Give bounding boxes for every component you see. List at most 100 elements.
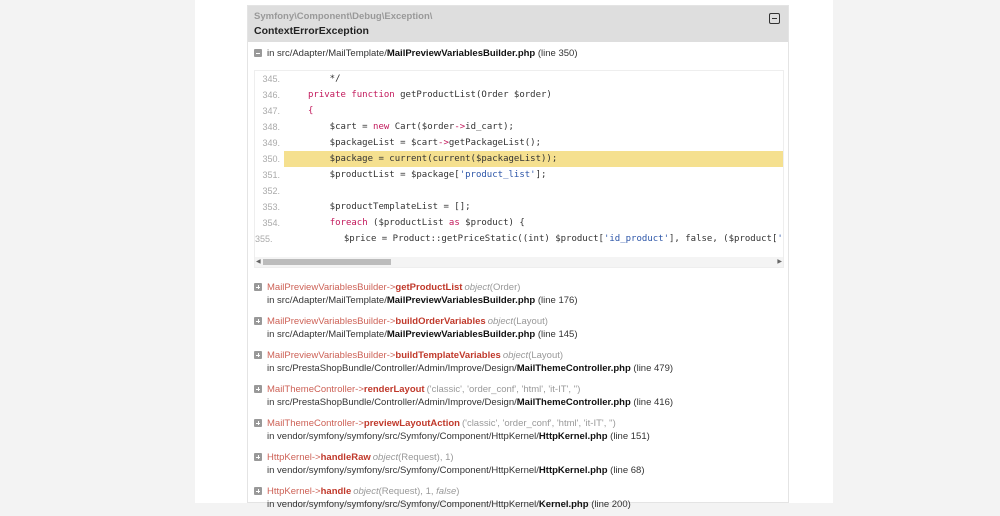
code-line: 345. */ — [255, 71, 783, 87]
trace-line: (line 68) — [610, 465, 645, 476]
code-token: ($productList — [367, 218, 449, 228]
code-text: $productTemplateList = []; — [284, 199, 783, 215]
trace-args: object(Layout) — [503, 350, 563, 361]
line-number: 355. — [255, 234, 273, 244]
code-token: 'id_produ — [777, 234, 783, 244]
trace-arg: (Request), 1) — [398, 451, 454, 463]
trace-file: MailThemeController.php — [516, 397, 631, 408]
code-token: $package = current(current($packageList)… — [308, 154, 558, 164]
line-number: 351. — [262, 170, 280, 180]
code-token: -> — [454, 122, 466, 132]
code-line: 353. $productTemplateList = []; — [255, 199, 783, 215]
expand-icon[interactable] — [254, 351, 262, 359]
scroll-left-icon[interactable]: ◀ — [256, 258, 261, 265]
trace-arrow: -> — [355, 383, 364, 395]
line-number: 348. — [262, 122, 280, 132]
expand-icon[interactable] — [254, 317, 262, 325]
location-path: in src/Adapter/MailTemplate/ — [267, 47, 387, 59]
trace-file: HttpKernel.php — [538, 431, 608, 442]
code-token: $productTemplateList = []; — [308, 202, 471, 212]
trace-file: MailPreviewVariablesBuilder.php — [386, 295, 536, 306]
trace-file: MailThemeController.php — [516, 363, 631, 374]
trace-item: MailThemeController -> renderLayout ('cla… — [248, 380, 788, 414]
trace-arg: object — [464, 281, 490, 293]
code-token: foreach — [329, 218, 368, 228]
trace-path: in src/PrestaShopBundle/Controller/Admin… — [267, 397, 517, 408]
trace-args: object(Layout) — [488, 316, 548, 327]
collapse-icon[interactable] — [769, 13, 780, 24]
code-text: */ — [284, 71, 783, 87]
trace-method: handleRaw — [320, 451, 371, 463]
trace-arg: object — [372, 451, 399, 463]
code-token: $price = Product::getPriceStatic((int) $… — [300, 234, 604, 244]
trace-arg: ('classic', 'order_conf', 'html', 'it-IT… — [461, 417, 616, 429]
code-token: $product) { — [459, 218, 525, 228]
expand-icon[interactable] — [254, 419, 262, 427]
line-number: 353. — [262, 202, 280, 212]
code-token: getProductList(Order $order) — [394, 90, 552, 100]
trace-arg: false — [436, 485, 457, 497]
code-line: 351. $productList = $package['product_li… — [255, 167, 783, 183]
trace-location: in vendor/symfony/symfony/src/Symfony/Co… — [254, 498, 782, 512]
trace-args: object(Request), 1) — [373, 452, 454, 463]
expand-icon[interactable] — [254, 453, 262, 461]
trace-path: in src/PrestaShopBundle/Controller/Admin… — [267, 363, 517, 374]
trace-arrow: -> — [311, 485, 321, 497]
trace-call: MailPreviewVariablesBuilder -> getProduc… — [254, 280, 782, 294]
trace-call: MailThemeController -> renderLayout ('cla… — [254, 382, 782, 396]
trace-method: buildOrderVariables — [395, 315, 486, 327]
scroll-right-icon[interactable]: ▶ — [777, 258, 782, 265]
code-text: $cart = new Cart($order -> id_cart); — [284, 119, 783, 135]
trace-arg: object — [353, 485, 379, 497]
trace-item: HttpKernel -> handle object(Request), 1, … — [248, 482, 788, 516]
trace-args: object(Request), 1, false) — [353, 486, 459, 497]
trace-path: in vendor/symfony/symfony/src/Symfony/Co… — [267, 431, 539, 442]
trace-class: HttpKernel — [267, 485, 312, 497]
expand-icon[interactable] — [254, 385, 262, 393]
trace-item: MailPreviewVariablesBuilder -> getProduc… — [248, 278, 788, 312]
code-token: ]; — [535, 170, 547, 180]
trace-call: MailPreviewVariablesBuilder -> buildOrde… — [254, 314, 782, 328]
exception-class: ContextErrorException — [254, 25, 369, 37]
trace-item: MailThemeController -> previewLayoutActi… — [248, 414, 788, 448]
trace-arg: (Order) — [489, 281, 521, 293]
code-token: Cart($order — [389, 122, 455, 132]
code-text: private function getProductList(Order $o… — [284, 87, 783, 103]
code-line: 349. $packageList = $cart -> getPackageLis… — [255, 135, 783, 151]
code-token: as — [448, 218, 460, 228]
collapse-code-icon[interactable] — [254, 49, 262, 57]
trace-location: in vendor/symfony/symfony/src/Symfony/Co… — [254, 464, 782, 478]
trace-file: HttpKernel.php — [538, 465, 608, 476]
exception-namespace: Symfony\Component\Debug\Exception\ — [254, 11, 433, 22]
code-text: { — [284, 103, 783, 119]
trace-arrow: -> — [386, 315, 396, 327]
trace-class: MailPreviewVariablesBuilder — [267, 349, 387, 361]
trace-arrow: -> — [355, 417, 364, 429]
expand-icon[interactable] — [254, 283, 262, 291]
trace-arrow: -> — [386, 349, 396, 361]
line-number: 347. — [262, 106, 280, 116]
trace-method: previewLayoutAction — [363, 417, 460, 429]
trace-arrow: -> — [386, 281, 396, 293]
location-file: MailPreviewVariablesBuilder.php — [386, 47, 536, 59]
horizontal-scrollbar[interactable]: ◀ ▶ — [255, 257, 783, 267]
code-token: 'id_product' — [603, 234, 669, 244]
code-token: $productList = $package[ — [308, 170, 460, 180]
scrollbar-thumb[interactable] — [263, 259, 391, 265]
trace-path: in vendor/symfony/symfony/src/Symfony/Co… — [267, 465, 539, 476]
trace-file: MailPreviewVariablesBuilder.php — [386, 329, 536, 340]
line-number: 350. — [262, 154, 280, 164]
code-line: 350. $package = current(current($package… — [255, 151, 783, 167]
trace-location: in src/PrestaShopBundle/Controller/Admin… — [254, 396, 782, 410]
expand-icon[interactable] — [254, 487, 262, 495]
trace-class: MailPreviewVariablesBuilder — [267, 315, 387, 327]
code-text: foreach ($productList as $product) { — [284, 215, 783, 231]
code-line: 355. $price = Product::getPriceStatic((i… — [255, 231, 783, 247]
trace-arg: (Request), 1, — [378, 485, 437, 497]
trace-location: in src/PrestaShopBundle/Controller/Admin… — [254, 362, 782, 376]
trace-call: HttpKernel -> handle object(Request), 1, … — [254, 484, 782, 498]
code-line: 354. foreach ($productList as $product) … — [255, 215, 783, 231]
trace-class: MailThemeController — [267, 417, 356, 429]
trace-method: getProductList — [395, 281, 463, 293]
